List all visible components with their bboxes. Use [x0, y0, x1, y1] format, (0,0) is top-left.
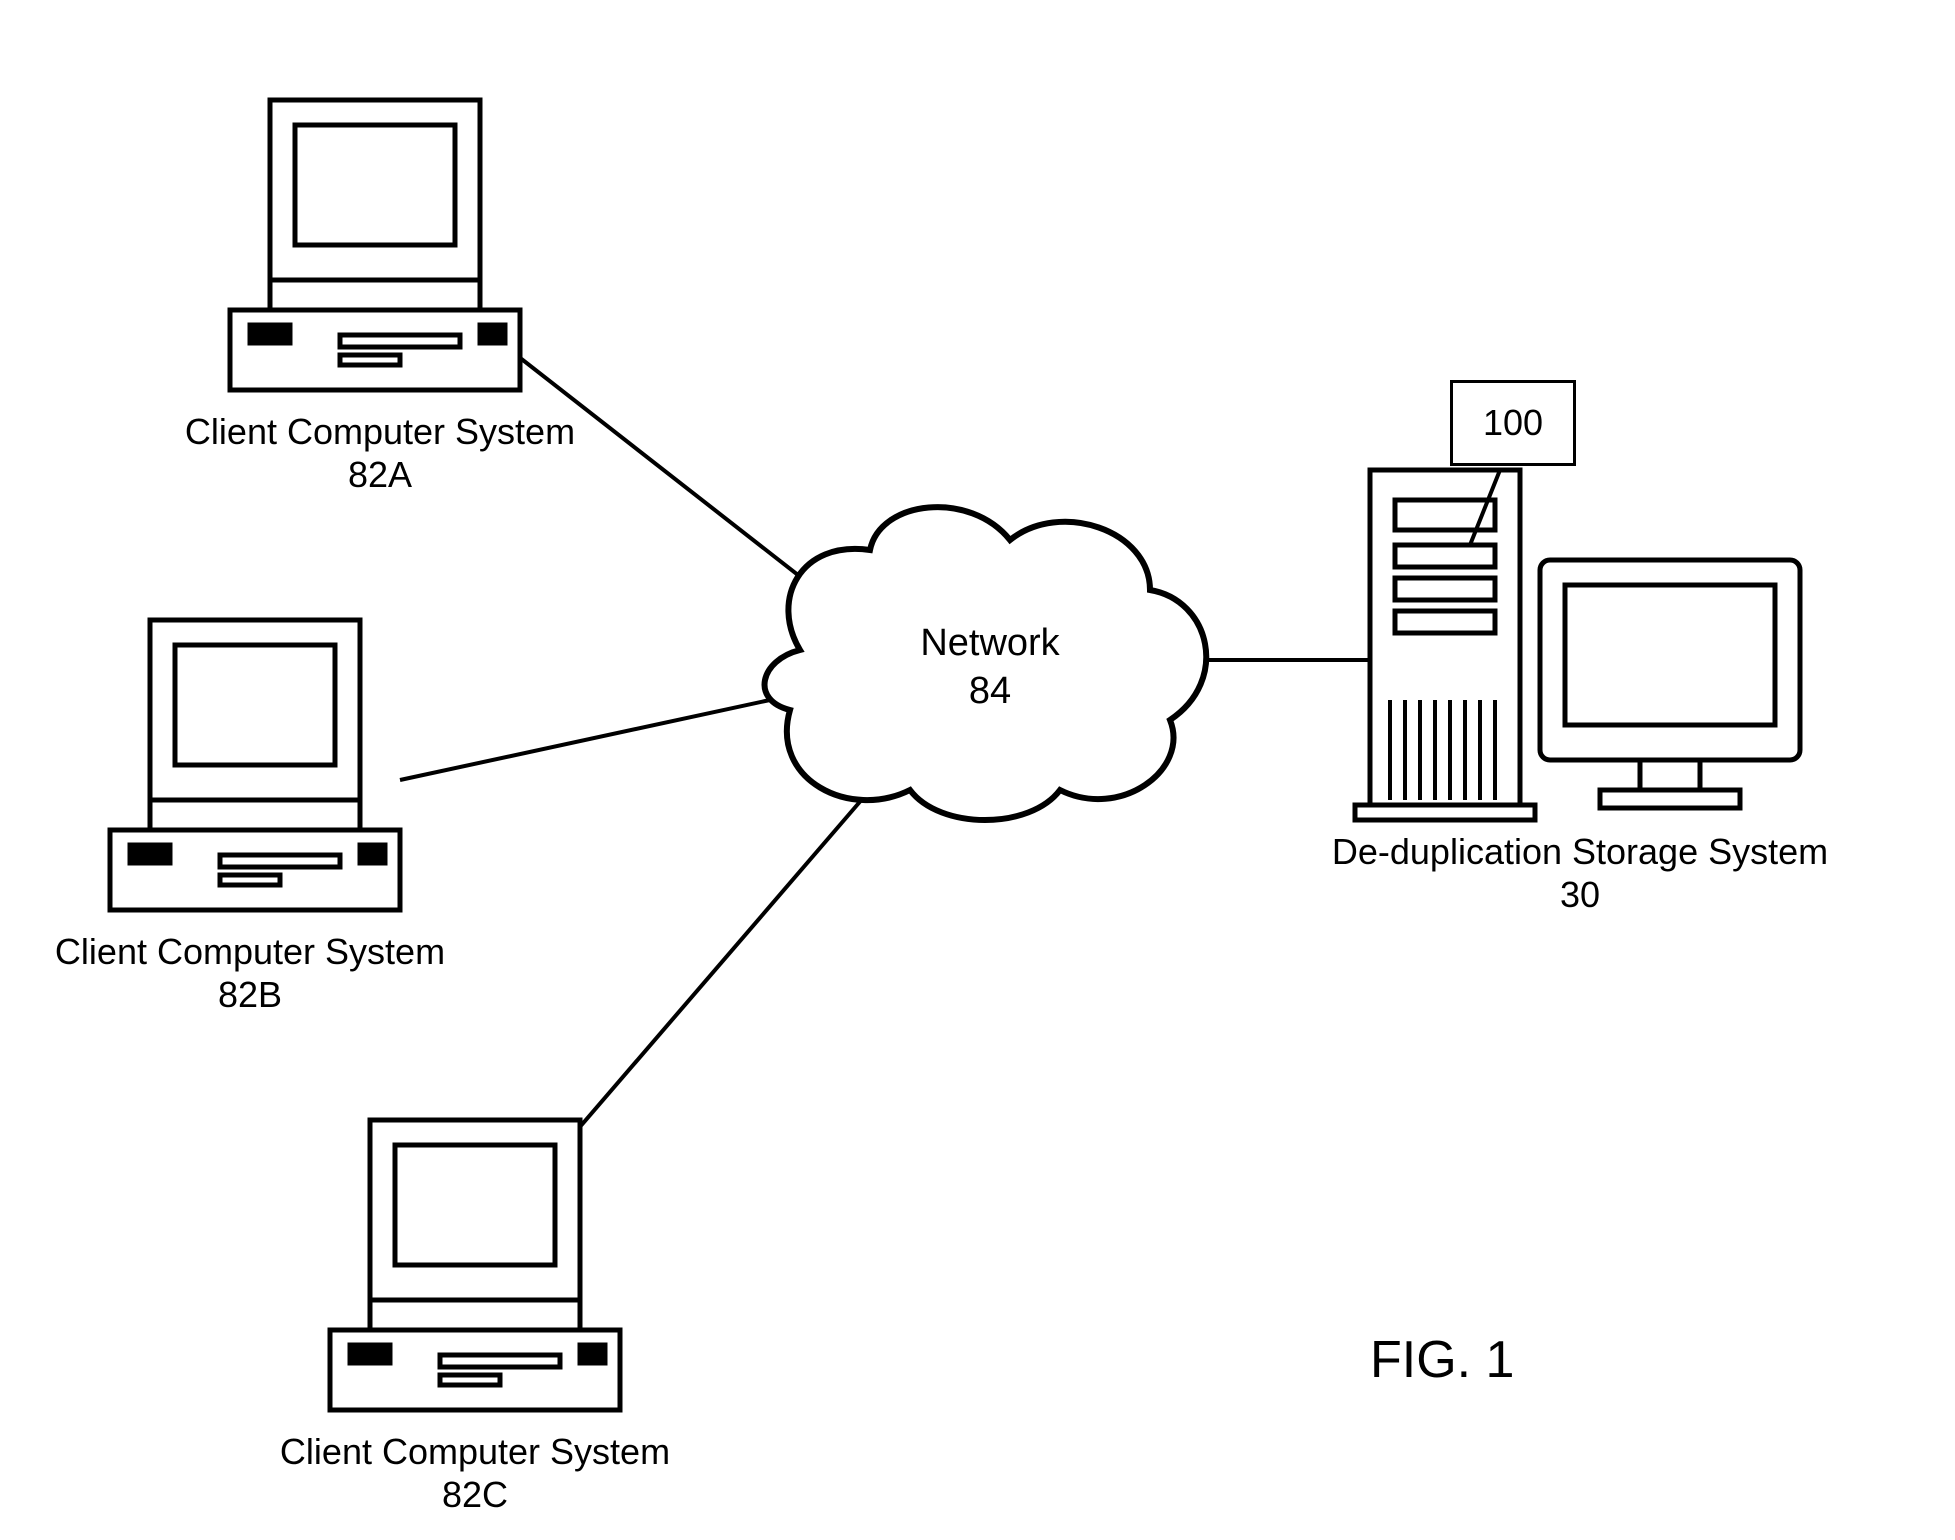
server-id: 30 [1290, 873, 1870, 916]
client-b-title: Client Computer System [40, 930, 460, 973]
network-label: Network 84 [870, 620, 1110, 715]
edge-82C-84 [560, 790, 870, 1150]
edge-82B-84 [400, 700, 770, 780]
server-icon [1355, 470, 1800, 820]
client-c-title: Client Computer System [265, 1430, 685, 1473]
callout-100: 100 [1450, 380, 1576, 466]
client-a-id: 82A [170, 453, 590, 496]
callout-label: 100 [1483, 402, 1543, 444]
client-b-label: Client Computer System 82B [40, 930, 460, 1016]
client-a-label: Client Computer System 82A [170, 410, 590, 496]
client-c-label: Client Computer System 82C [265, 1430, 685, 1516]
server-label: De-duplication Storage System 30 [1290, 830, 1870, 916]
figure-caption: FIG. 1 [1370, 1331, 1514, 1389]
network-title: Network [920, 622, 1059, 664]
diagram-svg [0, 0, 1955, 1540]
client-a-title: Client Computer System [170, 410, 590, 453]
server-title: De-duplication Storage System [1290, 830, 1870, 873]
diagram-canvas: 100 Client Computer System 82A Client Co… [0, 0, 1955, 1540]
client-c-icon [330, 1120, 620, 1410]
client-c-id: 82C [265, 1473, 685, 1516]
figure-label: FIG. 1 [1370, 1330, 1514, 1390]
client-b-id: 82B [40, 973, 460, 1016]
client-b-icon [110, 620, 400, 910]
client-a-icon [230, 100, 520, 390]
network-id: 84 [969, 670, 1011, 712]
